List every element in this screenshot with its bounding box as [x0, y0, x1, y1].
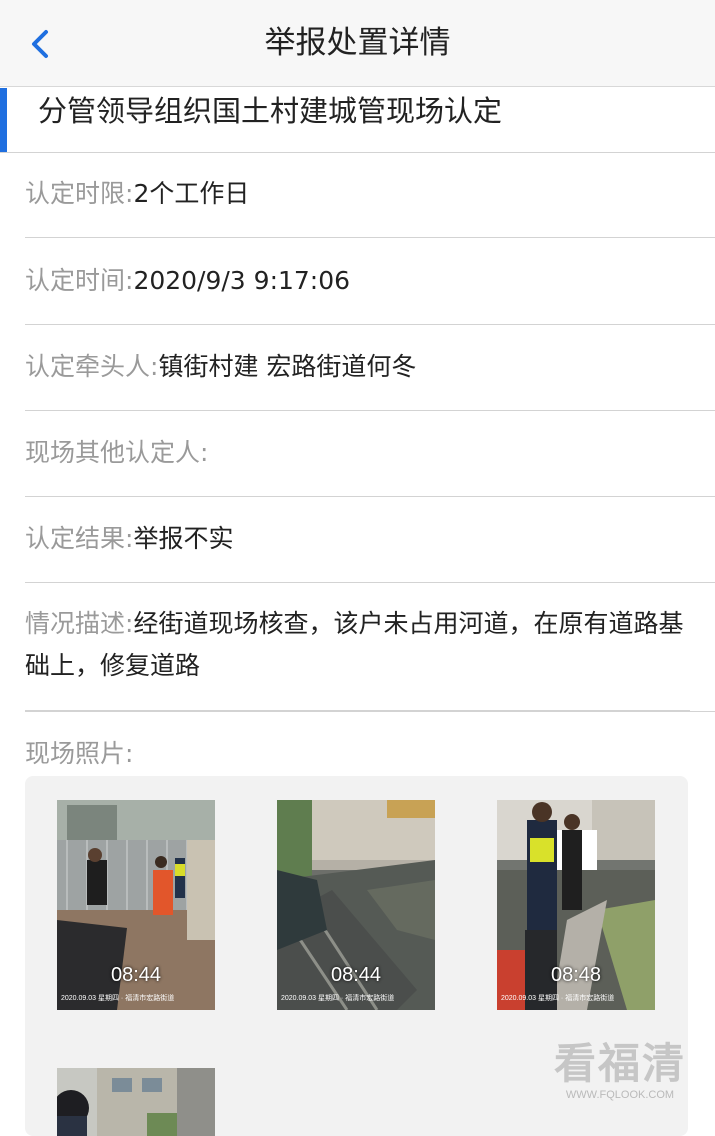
- others-label: 现场其他认定人:: [25, 438, 209, 467]
- watermark-brand: 看福清: [553, 1039, 686, 1088]
- lead-label: 认定牵头人:: [25, 352, 159, 381]
- photo-timestamp: 08:44: [110, 964, 162, 986]
- photo-watermark-text: 2020.09.03 星期四 · 福清市宏路街道: [281, 995, 395, 1002]
- divider: [25, 711, 715, 712]
- others-row: 现场其他认定人:: [25, 411, 715, 497]
- lead-value: 镇街村建 宏路街道何冬: [158, 352, 417, 381]
- photo-timestamp: 08:48: [550, 964, 602, 986]
- result-value: 举报不实: [133, 524, 234, 553]
- section-header: 分管领导组织国土村建城管现场认定: [0, 88, 715, 153]
- photo-timestamp: 08:44: [330, 964, 382, 986]
- photo-watermark-text: 2020.09.03 星期四 · 福清市宏路街道: [61, 995, 175, 1002]
- lead-row: 认定牵头人:镇街村建 宏路街道何冬: [25, 325, 715, 411]
- result-row: 认定结果:举报不实: [25, 497, 715, 583]
- deadline-row: 认定时限:2个工作日: [25, 154, 715, 238]
- nav-header: 举报处置详情: [0, 0, 715, 87]
- photo-thumbnail[interactable]: 08:48 2020.09.03 星期四 · 福清市宏路街道: [497, 800, 655, 1010]
- watermark-url: WWW.FQLOOK.COM: [565, 1089, 675, 1101]
- site-watermark: 看福清 WWW.FQLOOK.COM: [545, 1040, 695, 1120]
- photo-thumbnail[interactable]: [57, 1068, 215, 1136]
- photos-label: 现场照片:: [25, 739, 134, 768]
- photo-watermark-text: 2020.09.03 星期四 · 福清市宏路街道: [501, 995, 615, 1002]
- section-title: 分管领导组织国土村建城管现场认定: [38, 94, 503, 128]
- description-label: 情况描述:: [25, 609, 134, 638]
- result-label: 认定结果:: [25, 524, 134, 553]
- time-label: 认定时间:: [25, 266, 134, 295]
- photo-thumbnail[interactable]: 08:44 2020.09.03 星期四 · 福清市宏路街道: [57, 800, 215, 1010]
- deadline-label: 认定时限:: [25, 179, 134, 208]
- description-row: 情况描述:经街道现场核查，该户未占用河道，在原有道路基础上，修复道路: [25, 583, 690, 711]
- section-accent-bar: [0, 88, 7, 152]
- photo-thumbnail[interactable]: 08:44 2020.09.03 星期四 · 福清市宏路街道: [277, 800, 435, 1010]
- site-photo-4: [57, 1068, 215, 1136]
- time-row: 认定时间:2020/9/3 9:17:06: [25, 239, 715, 325]
- page-title: 举报处置详情: [264, 25, 451, 61]
- deadline-value: 2个工作日: [133, 179, 250, 208]
- time-value: 2020/9/3 9:17:06: [133, 266, 351, 295]
